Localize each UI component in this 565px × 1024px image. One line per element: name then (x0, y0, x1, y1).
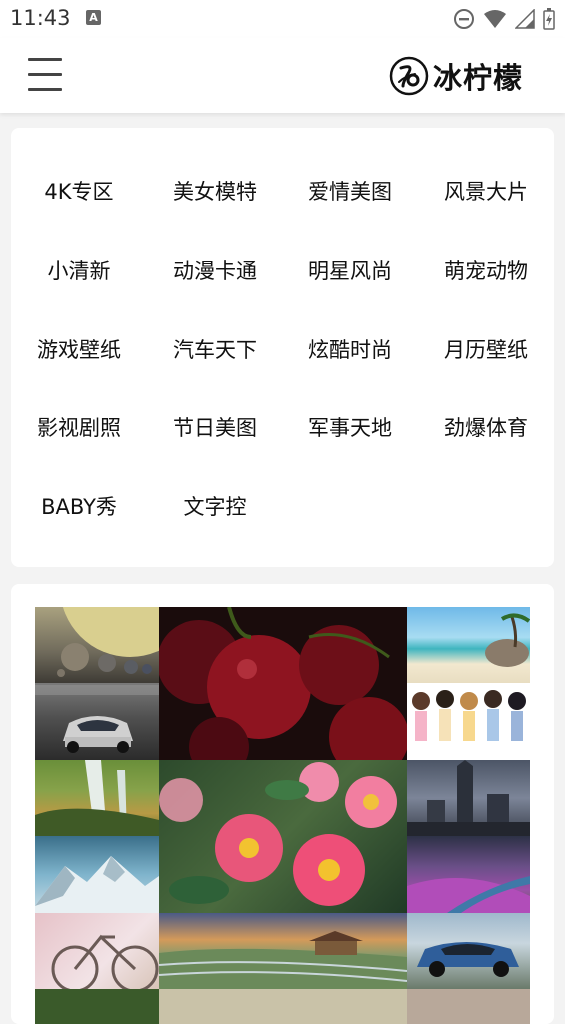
signal-icon (515, 9, 535, 29)
app-header: 冰柠檬 (0, 38, 565, 113)
category-fresh[interactable]: 小清新 (11, 255, 147, 285)
category-scenery[interactable]: 风景大片 (418, 176, 554, 206)
category-anime[interactable]: 动漫卡通 (147, 255, 283, 285)
category-love[interactable]: 爱情美图 (282, 176, 418, 206)
snow-mountain-image[interactable] (35, 836, 159, 913)
blue-car-image[interactable] (407, 913, 530, 989)
category-sports[interactable]: 劲爆体育 (418, 412, 554, 442)
battery-icon (543, 8, 555, 30)
a-badge-icon: A (86, 10, 101, 25)
waterfall-image[interactable] (35, 760, 159, 836)
cherries-image[interactable] (159, 607, 407, 760)
category-military[interactable]: 军事天地 (282, 412, 418, 442)
rice-terraces-image[interactable] (159, 913, 407, 989)
category-pets[interactable]: 萌宠动物 (418, 255, 554, 285)
category-cool[interactable]: 炫酷时尚 (282, 334, 418, 364)
wifi-icon (484, 10, 506, 28)
menu-icon[interactable] (28, 58, 62, 92)
category-models[interactable]: 美女模特 (147, 176, 283, 206)
category-movies[interactable]: 影视剧照 (11, 412, 147, 442)
anime-girls-image[interactable] (407, 683, 530, 760)
category-card: 4K专区 美女模特 爱情美图 风景大片 小清新 动漫卡通 明星风尚 萌宠动物 游… (11, 128, 554, 567)
tile-bottom-middle[interactable] (159, 989, 407, 1024)
category-text[interactable]: 文字控 (147, 491, 283, 521)
brand: 冰柠檬 (389, 55, 523, 97)
category-calendar[interactable]: 月历壁纸 (418, 334, 554, 364)
tile-bottom-right[interactable] (407, 989, 530, 1024)
category-stars[interactable]: 明星风尚 (282, 255, 418, 285)
gallery-card (11, 584, 554, 1024)
sports-car-image[interactable] (35, 683, 159, 760)
flower-field-image[interactable] (407, 836, 530, 913)
city-tower-image[interactable] (407, 760, 530, 836)
bingningmeng-logo-icon (389, 56, 429, 96)
category-4k[interactable]: 4K专区 (11, 176, 147, 206)
planets-image[interactable] (35, 607, 159, 683)
tile-bottom-left[interactable] (35, 989, 159, 1024)
status-time: 11:43 (10, 6, 71, 30)
category-games[interactable]: 游戏壁纸 (11, 334, 147, 364)
category-baby[interactable]: BABY秀 (11, 491, 147, 521)
camellia-flowers-image[interactable] (159, 760, 407, 913)
dnd-icon (454, 9, 474, 29)
app-name: 冰柠檬 (432, 61, 523, 95)
status-bar: 11:43 A (0, 0, 565, 38)
beach-image[interactable] (407, 607, 530, 683)
category-cars[interactable]: 汽车天下 (147, 334, 283, 364)
category-holiday[interactable]: 节日美图 (147, 412, 283, 442)
bicycle-image[interactable] (35, 913, 159, 989)
